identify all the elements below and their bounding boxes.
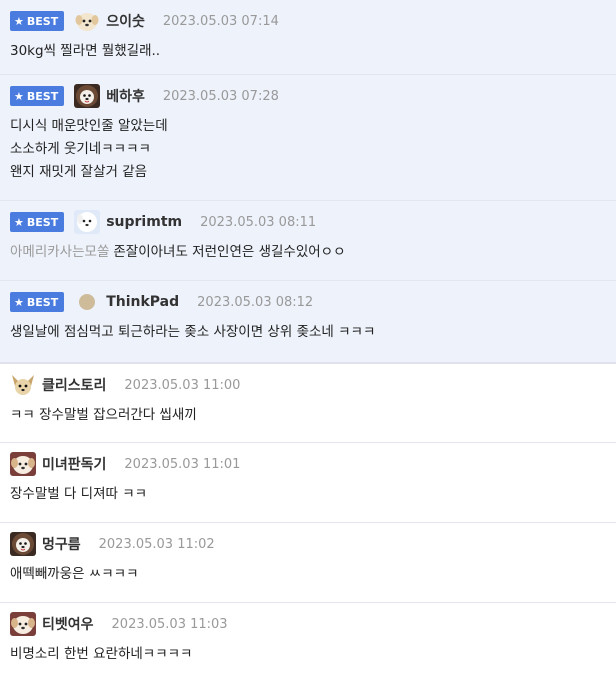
- comment-line: 비명소리 한번 요란하네ㅋㅋㅋㅋ: [10, 646, 193, 662]
- comment-timestamp: 2023.05.03 08:12: [197, 294, 314, 310]
- comment-nickname[interactable]: 베하후: [106, 86, 145, 106]
- reply-mention[interactable]: 아메리카사는모쏠: [10, 244, 109, 260]
- best-comment: ★ BEST 으이숫 2023.05.03 07:14 30kg씩 찔라면 뭘했길…: [0, 0, 616, 75]
- best-badge: ★ BEST: [10, 11, 65, 31]
- comment-text: 디시식 매운맛인줄 알았는데 소소하게 웃기네ㅋㅋㅋㅋ 왠지 재밋게 잘살거 같…: [10, 115, 606, 193]
- star-icon: ★: [14, 295, 24, 309]
- best-comment: ★ BEST suprimtm 2023.05.03 08:11 아메리카사는모쏠…: [0, 201, 616, 281]
- best-badge-label: BEST: [26, 295, 59, 309]
- comment-line: 애떽빼까웅은 ㅆㅋㅋㅋ: [10, 566, 139, 582]
- comment-item: 멍구름 2023.05.03 11:02 애떽빼까웅은 ㅆㅋㅋㅋ: [0, 523, 616, 603]
- comment-text: ㅋㅋ 장수말벌 잡으러간다 씹새끼: [10, 404, 606, 436]
- best-badge-label: BEST: [26, 14, 59, 28]
- puppy-avatar[interactable]: [74, 9, 101, 33]
- comment-nickname[interactable]: 미녀판독기: [42, 454, 106, 474]
- best-badge-label: BEST: [26, 89, 59, 103]
- star-icon: ★: [14, 89, 24, 103]
- comment-line: 존잘이아녀도 저런인연은 생길수있어ㅇㅇ: [113, 244, 346, 260]
- comment-nickname[interactable]: 티벳여우: [42, 614, 94, 634]
- comment-text: 생일날에 점심먹고 퇴근하라는 좆소 사장이면 상위 좆소네 ㅋㅋㅋ: [10, 321, 606, 353]
- comment-nickname[interactable]: suprimtm: [106, 214, 182, 230]
- comment-text: 아메리카사는모쏠 존잘이아녀도 저런인연은 생길수있어ㅇㅇ: [10, 241, 606, 273]
- comment-timestamp: 2023.05.03 07:28: [162, 88, 279, 104]
- comment-line: 생일날에 점심먹고 퇴근하라는 좆소 사장이면 상위 좆소네 ㅋㅋㅋ: [10, 324, 376, 340]
- comment-nickname[interactable]: 멍구름: [42, 534, 81, 554]
- comment-nickname[interactable]: 으이숫: [106, 11, 145, 31]
- best-badge-label: BEST: [26, 215, 59, 229]
- white-dog-avatar[interactable]: [74, 210, 101, 234]
- comment-timestamp: 2023.05.03 08:11: [200, 214, 317, 230]
- lion-dog-avatar[interactable]: [10, 532, 36, 556]
- comment-line: 소소하게 웃기네ㅋㅋㅋㅋ: [10, 141, 151, 157]
- comment-item: 클리스토리 2023.05.03 11:00 ㅋㅋ 장수말벌 잡으러간다 씹새끼: [0, 364, 616, 443]
- comment-text: 장수말벌 다 디져따 ㅋㅋ: [10, 483, 606, 515]
- best-comment: ★ BEST 베하후 2023.05.03 07:28 디시식 매운맛인줄 알았는…: [0, 75, 616, 201]
- comment-line: 왠지 재밋게 잘살거 같음: [10, 164, 148, 180]
- best-badge: ★ BEST: [10, 292, 65, 312]
- comment-text: 비명소리 한번 요란하네ㅋㅋㅋㅋ: [10, 643, 606, 675]
- puppy-avatar[interactable]: [10, 612, 36, 636]
- comment-line: 장수말벌 다 디져따 ㅋㅋ: [10, 486, 148, 502]
- comment-timestamp: 2023.05.03 11:03: [111, 616, 228, 632]
- comment-timestamp: 2023.05.03 11:02: [98, 536, 215, 552]
- lion-dog-avatar[interactable]: [74, 84, 101, 108]
- comment-text: 애떽빼까웅은 ㅆㅋㅋㅋ: [10, 563, 606, 595]
- star-icon: ★: [14, 14, 24, 28]
- best-badge: ★ BEST: [10, 86, 65, 106]
- comment-item: 미녀판독기 2023.05.03 11:01 장수말벌 다 디져따 ㅋㅋ: [0, 443, 616, 523]
- comment-timestamp: 2023.05.03 11:01: [124, 456, 241, 472]
- comment-nickname[interactable]: 클리스토리: [42, 375, 106, 395]
- best-comment-list: ★ BEST 으이숫 2023.05.03 07:14 30kg씩 찔라면 뭘했길…: [0, 0, 616, 362]
- chihuahua-avatar[interactable]: [10, 373, 36, 397]
- comment-list: 클리스토리 2023.05.03 11:00 ㅋㅋ 장수말벌 잡으러간다 씹새끼…: [0, 364, 616, 680]
- comment-line: ㅋㅋ 장수말벌 잡으러간다 씹새끼: [10, 407, 197, 423]
- comment-line: 디시식 매운맛인줄 알았는데: [10, 118, 168, 134]
- comment-text: 30kg씩 찔라면 뭘했길래..: [10, 40, 606, 72]
- comment-line: 30kg씩 찔라면 뭘했길래..: [10, 43, 161, 59]
- best-badge: ★ BEST: [10, 212, 65, 232]
- best-comment: ★ BEST ThinkPad 2023.05.03 08:12 생일날에 점심먹…: [0, 281, 616, 362]
- puppy-avatar[interactable]: [10, 452, 36, 476]
- comment-nickname[interactable]: ThinkPad: [106, 294, 179, 310]
- round-avatar[interactable]: [78, 290, 97, 314]
- star-icon: ★: [14, 215, 24, 229]
- comment-item: 티벳여우 2023.05.03 11:03 비명소리 한번 요란하네ㅋㅋㅋㅋ: [0, 603, 616, 680]
- comment-timestamp: 2023.05.03 07:14: [162, 13, 279, 29]
- comment-timestamp: 2023.05.03 11:00: [124, 377, 241, 393]
